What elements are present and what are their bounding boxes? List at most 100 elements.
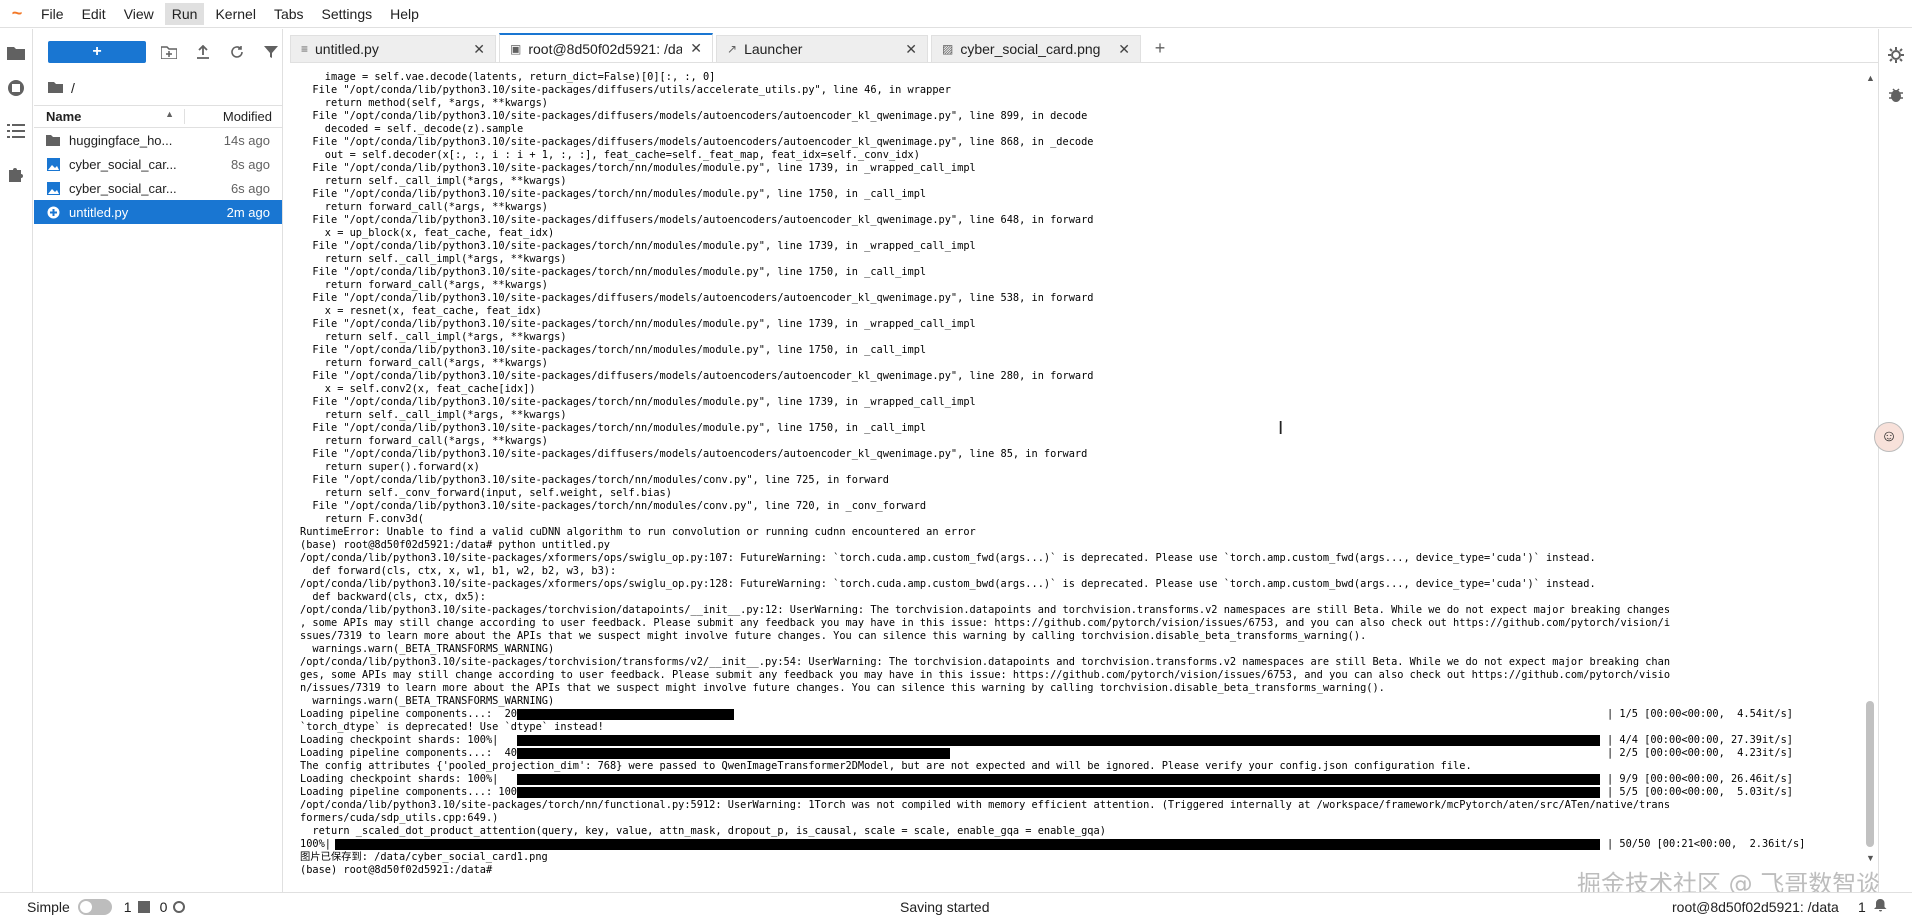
scrollbar-thumb[interactable] <box>1866 701 1874 847</box>
upload-icon[interactable] <box>192 41 214 63</box>
left-sidebar <box>0 29 33 892</box>
table-of-contents-icon[interactable] <box>4 119 28 143</box>
folder-icon[interactable] <box>48 80 63 96</box>
terminal-line: File "/opt/conda/lib/python3.10/site-pac… <box>300 84 951 96</box>
property-inspector-icon[interactable] <box>1884 43 1908 67</box>
menu-view[interactable]: View <box>117 3 161 25</box>
status-bar: Simple 1 0 Saving started root@8d50f02d5… <box>0 892 1912 920</box>
file-browser: + / Name ▲ Modified huggingface_ho... 14… <box>34 29 283 892</box>
modified-column-header[interactable]: Modified <box>184 109 282 124</box>
terminal-line: File "/opt/conda/lib/python3.10/site-pac… <box>300 136 1094 148</box>
progress-bar-fill <box>517 709 734 720</box>
close-icon[interactable]: ✕ <box>905 41 917 58</box>
tab-bar: ≡ untitled.py ✕ ▣ root@8d50f02d5921: /da… <box>290 29 1878 63</box>
terminal-line: File "/opt/conda/lib/python3.10/site-pac… <box>300 240 976 252</box>
terminal-line: File "/opt/conda/lib/python3.10/site-pac… <box>300 448 1088 460</box>
progress-bar-fill <box>335 839 1600 850</box>
running-icon[interactable] <box>4 76 28 100</box>
tab-label: root@8d50f02d5921: /data <box>528 40 683 57</box>
progress-suffix: | 5/5 [00:00<00:00, 5.03it/s] <box>1607 786 1793 798</box>
terminal-line: File "/opt/conda/lib/python3.10/site-pac… <box>300 474 889 486</box>
menu-file[interactable]: File <box>34 3 71 25</box>
simple-mode-toggle[interactable] <box>77 898 112 915</box>
terminal-line: File "/opt/conda/lib/python3.10/site-pac… <box>300 188 927 200</box>
folder-icon <box>46 133 60 147</box>
menu-run[interactable]: Run <box>164 2 205 25</box>
terminal-scrollbar[interactable]: ▲ ▼ <box>1862 67 1878 864</box>
tab-launcher[interactable]: ↗ Launcher ✕ <box>716 35 928 62</box>
name-column-header[interactable]: Name ▲ <box>34 109 184 124</box>
terminal-line: File "/opt/conda/lib/python3.10/site-pac… <box>300 110 1088 122</box>
terminal-line: File "/opt/conda/lib/python3.10/site-pac… <box>300 318 976 330</box>
terminal-line: /opt/conda/lib/python3.10/site-packages/… <box>300 799 1671 811</box>
menu-settings[interactable]: Settings <box>315 3 380 25</box>
bell-icon[interactable] <box>1874 898 1887 915</box>
filter-icon[interactable] <box>260 41 282 63</box>
file-modified: 8s ago <box>230 156 270 172</box>
file-row[interactable]: untitled.py 2m ago <box>34 200 282 224</box>
terminal-line: def forward(cls, ctx, x, w1, b1, w2, b2,… <box>300 565 617 577</box>
terminal-line: out = self.decoder(x[:, :, i : i + 1, :,… <box>300 149 920 161</box>
terminal-line: return forward_call(*args, **kwargs) <box>300 357 548 369</box>
close-icon[interactable]: ✕ <box>473 41 485 58</box>
menu-tabs[interactable]: Tabs <box>267 3 311 25</box>
terminal-output[interactable]: image = self.vae.decode(latents, return_… <box>291 67 1861 889</box>
terminal-line: decoded = self._decode(z).sample <box>300 123 524 135</box>
kernel-count[interactable]: 0 <box>160 899 186 915</box>
file-list-header: Name ▲ Modified <box>34 105 282 128</box>
terminal-line: return _scaled_dot_product_attention(que… <box>300 825 1106 837</box>
right-sidebar <box>1878 29 1912 892</box>
terminal-line: return self._call_impl(*args, **kwargs) <box>300 331 567 343</box>
terminal-line: File "/opt/conda/lib/python3.10/site-pac… <box>300 344 927 356</box>
progress-line: Loading pipeline components...: 40%| | 2/… <box>300 747 1861 760</box>
progress-prefix: Loading checkpoint shards: 100%| <box>300 734 499 746</box>
extension-icon[interactable] <box>4 162 28 186</box>
new-launcher-button[interactable]: + <box>48 41 147 63</box>
file-modified: 2m ago <box>226 204 270 220</box>
tab-terminal[interactable]: ▣ root@8d50f02d5921: /data ✕ <box>499 33 713 62</box>
avatar[interactable]: ☺ <box>1874 422 1904 452</box>
add-tab-button[interactable]: + <box>1148 36 1172 60</box>
file-row[interactable]: huggingface_ho... 14s ago <box>34 128 282 152</box>
tab-image[interactable]: ▨ cyber_social_card.png ✕ <box>931 35 1141 62</box>
new-folder-icon[interactable] <box>158 41 180 63</box>
file-modified: 6s ago <box>230 180 270 196</box>
terminal-line: /opt/conda/lib/python3.10/site-packages/… <box>300 604 1671 616</box>
menu-kernel[interactable]: Kernel <box>208 3 262 25</box>
terminal-count[interactable]: 1 <box>124 899 150 915</box>
terminal-line: formers/cuda/sdp_utils.cpp:649.) <box>300 812 499 824</box>
terminal-line: return self._call_impl(*args, **kwargs) <box>300 409 567 421</box>
terminal-line: return self._conv_forward(input, self.we… <box>300 487 672 499</box>
menu-help[interactable]: Help <box>383 3 426 25</box>
progress-line: Loading pipeline components...: 100%| | 5… <box>300 786 1861 799</box>
scroll-down-icon[interactable]: ▼ <box>1866 853 1875 863</box>
progress-bar-fill <box>517 787 1600 798</box>
debugger-icon[interactable] <box>1884 83 1908 107</box>
terminal-line: x = self.conv2(x, feat_cache[idx]) <box>300 383 536 395</box>
kernel-icon <box>173 900 186 913</box>
breadcrumb-root[interactable]: / <box>71 80 75 96</box>
jupyter-logo-icon: ~ <box>11 3 23 23</box>
terminal-line: n/issues/7319 to learn more about the AP… <box>300 682 1385 694</box>
progress-line: Loading checkpoint shards: 100%| | 4/4 [0… <box>300 734 1861 747</box>
simple-mode-label: Simple <box>27 898 70 915</box>
close-icon[interactable]: ✕ <box>690 40 702 57</box>
file-row[interactable]: cyber_social_car... 6s ago <box>34 176 282 200</box>
sort-arrow-icon: ▲ <box>165 109 174 119</box>
folder-icon[interactable] <box>4 41 28 65</box>
close-icon[interactable]: ✕ <box>1118 41 1130 58</box>
refresh-icon[interactable] <box>226 41 248 63</box>
progress-suffix: | 9/9 [00:00<00:00, 26.46it/s] <box>1607 773 1793 785</box>
tab-untitled-py[interactable]: ≡ untitled.py ✕ <box>290 35 496 62</box>
active-terminal-name: root@8d50f02d5921: /data <box>1672 898 1839 915</box>
terminal-line: File "/opt/conda/lib/python3.10/site-pac… <box>300 370 1094 382</box>
menu-edit[interactable]: Edit <box>75 3 113 25</box>
image-file-icon: ▨ <box>942 42 954 56</box>
scroll-up-icon[interactable]: ▲ <box>1866 73 1875 83</box>
tab-label: cyber_social_card.png <box>960 41 1101 57</box>
file-row[interactable]: cyber_social_car... 8s ago <box>34 152 282 176</box>
breadcrumb: / <box>34 75 282 101</box>
terminal-line: return F.conv3d( <box>300 513 424 525</box>
file-name: cyber_social_car... <box>69 180 177 196</box>
progress-prefix: Loading pipeline components...: 20%| <box>300 708 530 720</box>
